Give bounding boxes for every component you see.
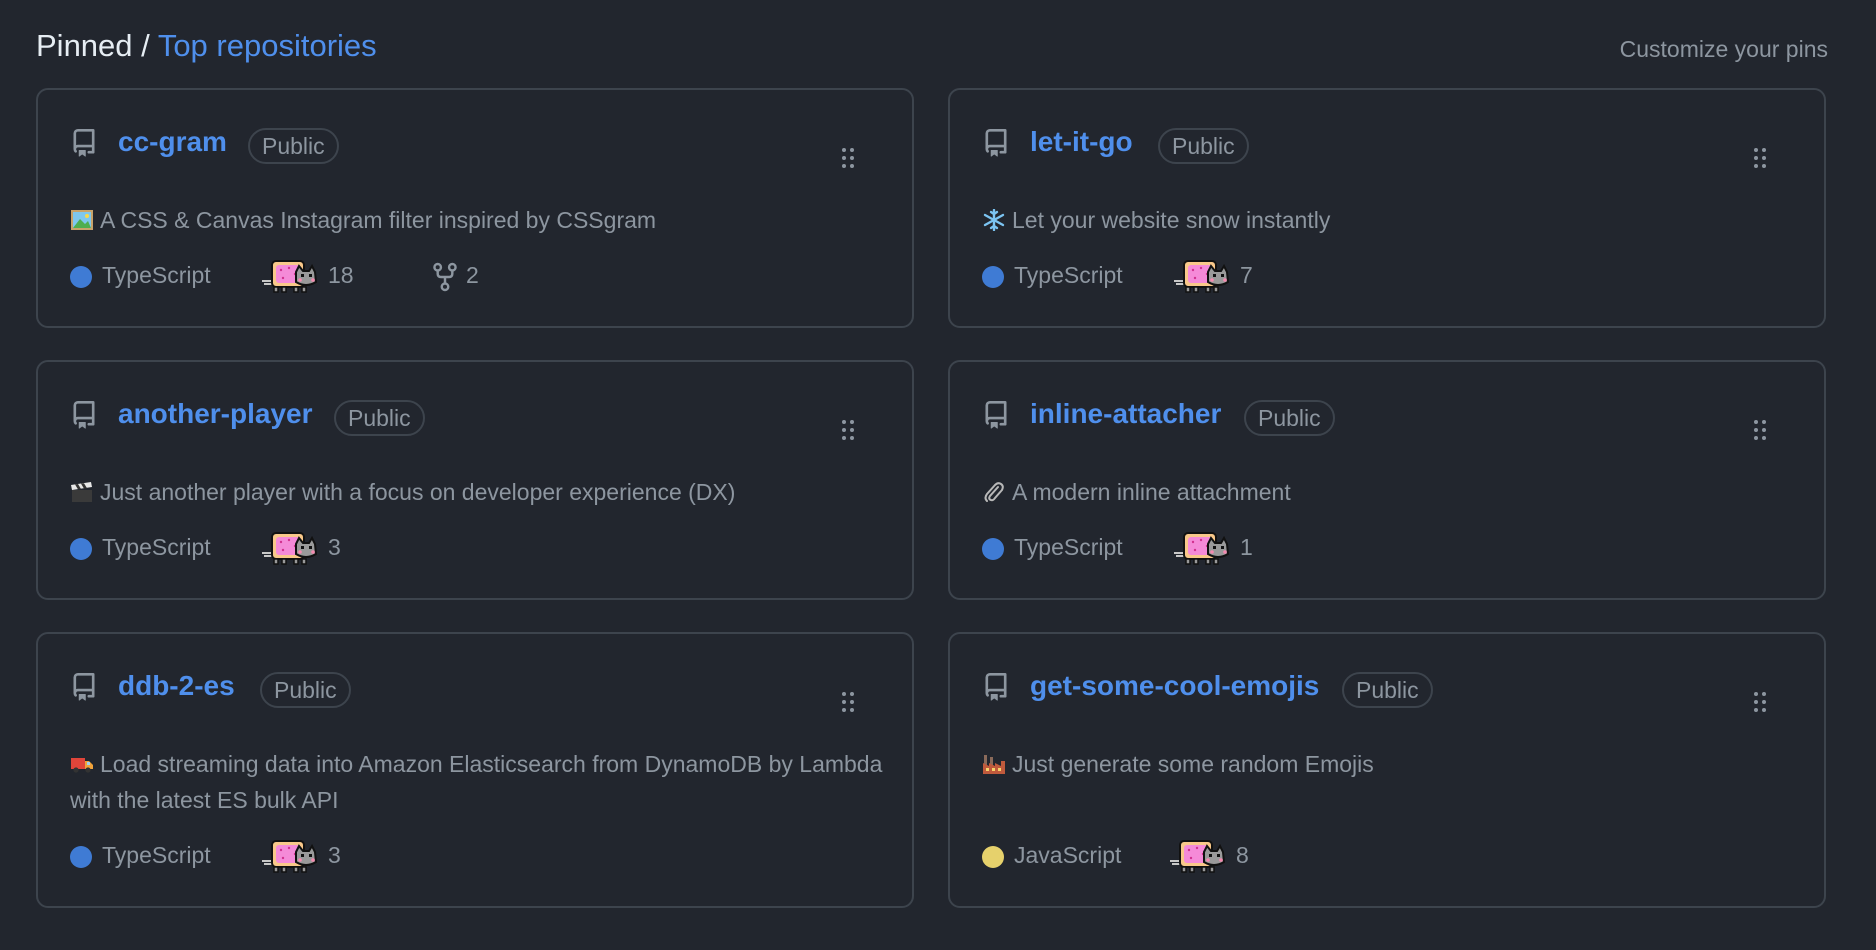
language-color-dot (982, 846, 1004, 868)
repo-card: inline-attacher Public A modern inline a… (948, 360, 1826, 600)
fork-icon (433, 262, 457, 292)
repo-name-link[interactable]: ddb-2-es (118, 670, 235, 702)
star-count: 18 (328, 262, 354, 288)
repo-description: A CSS & Canvas Instagram filter inspired… (70, 202, 890, 238)
visibility-badge: Public (334, 400, 425, 436)
language-name: TypeScript (102, 534, 211, 560)
nyan-cat-star-icon (262, 532, 318, 565)
repo-name-link[interactable]: another-player (118, 398, 313, 430)
pinned-header: Pinned / Top repositories Customize your… (36, 28, 1828, 68)
repo-meta: JavaScript 8 (982, 840, 1482, 873)
repo-description-text: A CSS & Canvas Instagram filter inspired… (100, 207, 657, 233)
drag-handle-icon[interactable] (1752, 418, 1768, 442)
visibility-badge: Public (1158, 128, 1249, 164)
star-count: 1 (1240, 534, 1253, 560)
language-color-dot (70, 266, 92, 288)
title-separator: / (132, 28, 158, 63)
pinned-title: Pinned / Top repositories (36, 28, 377, 64)
repo-description: Just another player with a focus on deve… (70, 474, 890, 510)
repo-meta: TypeScript 7 (982, 260, 1482, 293)
drag-handle-icon[interactable] (1752, 146, 1768, 170)
repo-icon (985, 401, 1007, 429)
language-color-dot (982, 538, 1004, 560)
repo-meta: TypeScript 1 (982, 532, 1482, 565)
visibility-badge: Public (1244, 400, 1335, 436)
factory-emoji-icon (983, 755, 1005, 774)
star-count: 3 (328, 534, 341, 560)
nyan-cat-star-icon (1174, 260, 1230, 293)
repo-icon (73, 401, 95, 429)
repo-description-text: A modern inline attachment (1012, 479, 1291, 505)
nyan-cat-star-icon (1174, 532, 1230, 565)
repo-icon (73, 673, 95, 701)
repo-description: Just generate some random Emojis (982, 746, 1802, 782)
repo-description-text: Let your website snow instantly (1012, 207, 1331, 233)
repo-meta: TypeScript 3 (70, 532, 570, 565)
paperclip-emoji-icon (984, 482, 1004, 502)
language-color-dot (982, 266, 1004, 288)
repo-icon (985, 673, 1007, 701)
pinned-label: Pinned (36, 28, 133, 63)
repo-name-link[interactable]: get-some-cool-emojis (1030, 670, 1319, 702)
repo-description: Load streaming data into Amazon Elastics… (70, 746, 890, 818)
drag-handle-icon[interactable] (840, 418, 856, 442)
language-color-dot (70, 538, 92, 560)
visibility-badge: Public (1342, 672, 1433, 708)
repo-card: another-player Public Just another playe… (36, 360, 914, 600)
framed-picture-emoji-icon (71, 210, 93, 230)
repo-meta: TypeScript 18 2 (70, 260, 570, 293)
repo-card: cc-gram Public A CSS & Canvas Instagram … (36, 88, 914, 328)
repo-name-link[interactable]: let-it-go (1030, 126, 1133, 158)
star-count: 8 (1236, 842, 1249, 868)
star-count: 7 (1240, 262, 1253, 288)
repo-icon (985, 129, 1007, 157)
language-color-dot (70, 846, 92, 868)
visibility-badge: Public (260, 672, 351, 708)
language-name: TypeScript (1014, 534, 1123, 560)
repo-meta: TypeScript 3 (70, 840, 570, 873)
drag-handle-icon[interactable] (840, 146, 856, 170)
delivery-truck-emoji-icon (71, 758, 93, 773)
repo-description-text: Load streaming data into Amazon Elastics… (70, 751, 883, 813)
top-repositories-link[interactable]: Top repositories (158, 28, 377, 63)
drag-handle-icon[interactable] (1752, 690, 1768, 714)
repo-description-text: Just another player with a focus on deve… (100, 479, 736, 505)
nyan-cat-star-icon (262, 840, 318, 873)
drag-handle-icon[interactable] (840, 690, 856, 714)
language-name: JavaScript (1014, 842, 1122, 868)
star-count: 3 (328, 842, 341, 868)
repo-name-link[interactable]: inline-attacher (1030, 398, 1221, 430)
repo-card: get-some-cool-emojis Public Just generat… (948, 632, 1826, 908)
repo-name-link[interactable]: cc-gram (118, 126, 227, 158)
nyan-cat-star-icon (1170, 840, 1226, 873)
fork-count: 2 (466, 262, 479, 288)
language-name: TypeScript (102, 262, 211, 288)
repo-description: Let your website snow instantly (982, 202, 1802, 238)
repo-description: A modern inline attachment (982, 474, 1802, 510)
clapper-board-emoji-icon (71, 482, 92, 502)
repo-card: ddb-2-es Public Load streaming data into… (36, 632, 914, 908)
visibility-badge: Public (248, 128, 339, 164)
snowflake-emoji-icon (983, 209, 1005, 231)
repo-card: let-it-go Public Let your website snow i… (948, 88, 1826, 328)
repo-description-text: Just generate some random Emojis (1012, 751, 1374, 777)
customize-pins-link[interactable]: Customize your pins (1620, 36, 1828, 63)
repo-icon (73, 129, 95, 157)
language-name: TypeScript (102, 842, 211, 868)
language-name: TypeScript (1014, 262, 1123, 288)
nyan-cat-star-icon (262, 260, 318, 293)
